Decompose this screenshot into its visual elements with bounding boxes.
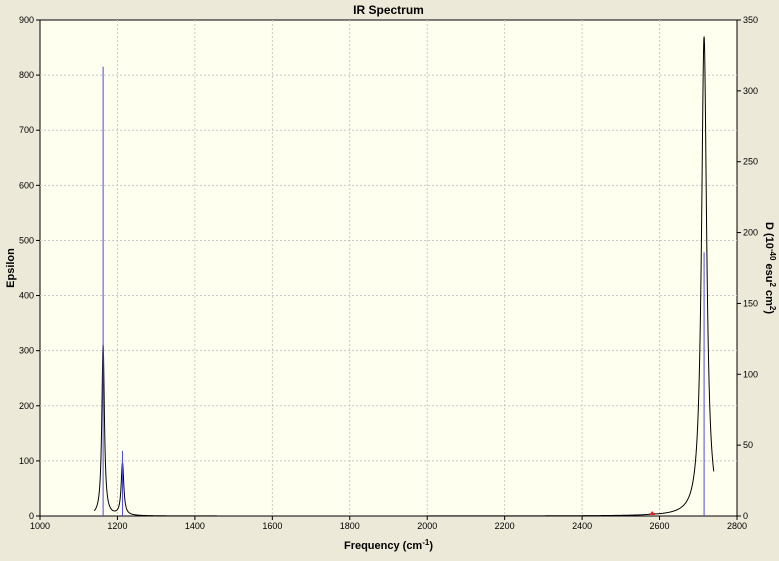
y-right-title-c: cm <box>763 287 775 306</box>
y-right-title-a: D (10 <box>763 222 775 249</box>
y-left-tick-label: 200 <box>19 401 34 411</box>
y-left-tick-label: 700 <box>19 125 34 135</box>
x-tick-label: 2400 <box>572 521 592 531</box>
y-right-tick-label: 150 <box>743 298 758 308</box>
y-right-title-d: ) <box>763 310 775 314</box>
x-tick-label: 1800 <box>340 521 360 531</box>
y-right-tick-label: 0 <box>743 511 748 521</box>
y-right-tick-label: 50 <box>743 440 753 450</box>
y-left-tick-label: 100 <box>19 456 34 466</box>
x-axis-title-suffix: ) <box>429 540 433 552</box>
y-right-title-b: esu <box>763 260 775 282</box>
x-tick-label: 2000 <box>417 521 437 531</box>
plot-area <box>39 19 738 517</box>
y-left-tick-label: 800 <box>19 70 34 80</box>
y-left-tick-label: 900 <box>19 15 34 25</box>
y-right-tick-label: 100 <box>743 369 758 379</box>
x-tick-label: 2600 <box>650 521 670 531</box>
x-tick-label: 2800 <box>727 521 747 531</box>
y-right-tick-label: 200 <box>743 228 758 238</box>
y-axis-left-title: Epsilon <box>5 248 17 288</box>
chart-title: IR Spectrum <box>353 3 424 17</box>
chart-canvas: 1000 1200 1400 1600 1800 2000 2200 2400 2600 2800… <box>0 0 779 556</box>
x-tick-label: 2200 <box>495 521 515 531</box>
x-tick-label: 1000 <box>30 521 50 531</box>
y-right-tick-label: 350 <box>743 15 758 25</box>
x-tick-label: 1200 <box>107 521 127 531</box>
y-right-tick-label: 250 <box>743 157 758 167</box>
y-left-tick-label: 500 <box>19 235 34 245</box>
x-tick-label: 1600 <box>262 521 282 531</box>
y-left-tick-label: 300 <box>19 346 34 356</box>
ir-spectrum-chart: 1000 1200 1400 1600 1800 2000 2200 2400 2600 2800… <box>0 0 779 556</box>
y-left-tick-label: 0 <box>29 511 34 521</box>
y-left-tick-label: 600 <box>19 180 34 190</box>
y-right-tick-label: 300 <box>743 86 758 96</box>
x-axis-title: Frequency (cm-1) <box>344 538 433 552</box>
x-axis-title-main: Frequency (cm <box>344 540 422 552</box>
y-axis-right-title: D (10-40 esu2 cm2) <box>763 222 777 314</box>
y-right-title-sup1: -40 <box>768 249 777 261</box>
y-left-tick-label: 400 <box>19 291 34 301</box>
x-tick-label: 1400 <box>185 521 205 531</box>
